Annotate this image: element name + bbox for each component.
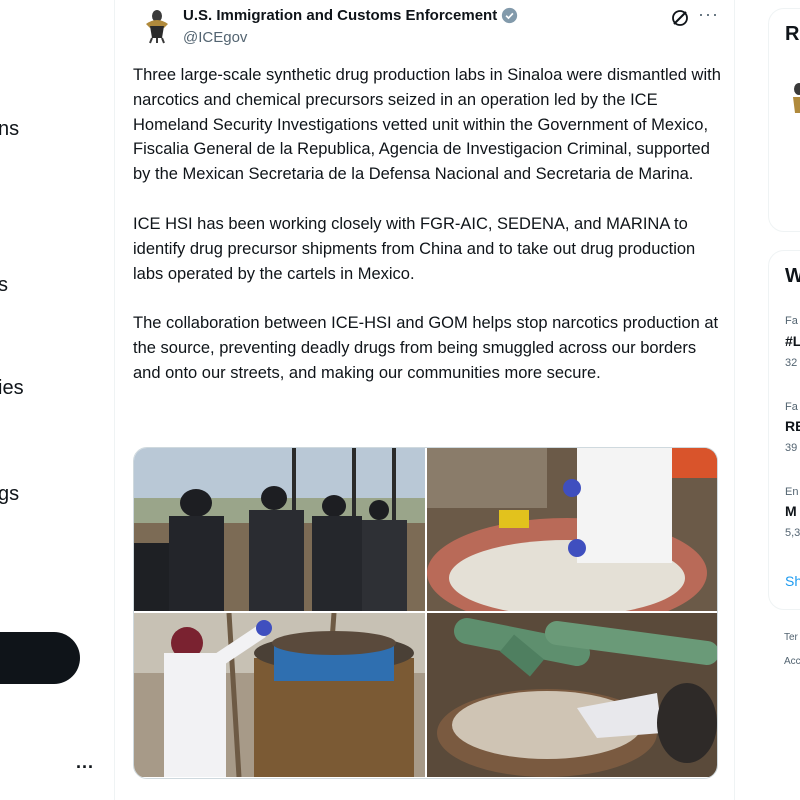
show-more-link[interactable]: Sh [785,573,800,589]
photo-lab-tub[interactable] [427,448,717,611]
right-column: R W Fa #L 32 Fa RE 39 En M 5,3 Sh Ter Ac… [768,0,800,800]
trend-2-count: 39 [785,442,798,454]
tweet-paragraph-2: ICE HSI has been working closely with FG… [133,214,696,283]
relevant-people-title: R [785,23,800,45]
left-sidebar: ns s ies gs ... [0,0,114,800]
trends-title: W [785,265,800,287]
sidebar-item-3[interactable]: ies [0,377,24,400]
post-button[interactable] [0,632,80,684]
author-name-text[interactable]: U.S. Immigration and Customs Enforcement [183,7,497,24]
photo-lab-tub-image [427,448,717,611]
media-grid [133,447,718,779]
trend-3-count: 5,3 [785,527,800,539]
author-name[interactable]: U.S. Immigration and Customs Enforcement [183,7,518,24]
tweet: U.S. Immigration and Customs Enforcement… [115,0,734,800]
trend-1-name[interactable]: #L [785,333,800,349]
tweet-paragraph-3: The collaboration between ICE-HSI and GO… [133,314,719,382]
trend-1-count: 32 [785,357,798,369]
account-more-icon[interactable]: ... [76,752,94,773]
sidebar-item-4[interactable]: gs [0,483,19,506]
footer-accessibility-link[interactable]: Acc [784,656,800,667]
verified-badge-icon [502,7,518,24]
relevant-people-card: R [768,8,800,232]
photo-barrel-worker[interactable] [134,613,425,777]
tweet-paragraph-1: Three large-scale synthetic drug product… [133,66,721,184]
trend-1-category: Fa [785,315,798,327]
trends-card: W Fa #L 32 Fa RE 39 En M 5,3 Sh [768,250,800,610]
photo-barrel-worker-image [134,613,425,777]
grok-icon[interactable] [670,8,690,28]
ice-seal-icon [146,10,168,44]
photo-soldiers-image [134,448,425,611]
main-right-border [734,0,735,800]
photo-soldiers[interactable] [134,448,425,611]
author-handle[interactable]: @ICEgov [183,29,247,46]
trend-3-category: En [785,486,799,498]
trend-3-name[interactable]: M [785,503,797,519]
avatar[interactable] [137,6,177,46]
relevant-avatar-icon[interactable] [791,81,800,121]
more-options-icon[interactable]: ··· [698,4,719,25]
sidebar-item-1[interactable]: ns [0,118,19,141]
tweet-text: Three large-scale synthetic drug product… [133,63,723,411]
footer-terms-link[interactable]: Ter [784,632,798,643]
sidebar-item-2[interactable]: s [0,274,8,297]
photo-pipes-image [427,613,717,777]
photo-pipes[interactable] [427,613,717,777]
trend-2-category: Fa [785,401,798,413]
trend-2-name[interactable]: RE [785,418,800,434]
